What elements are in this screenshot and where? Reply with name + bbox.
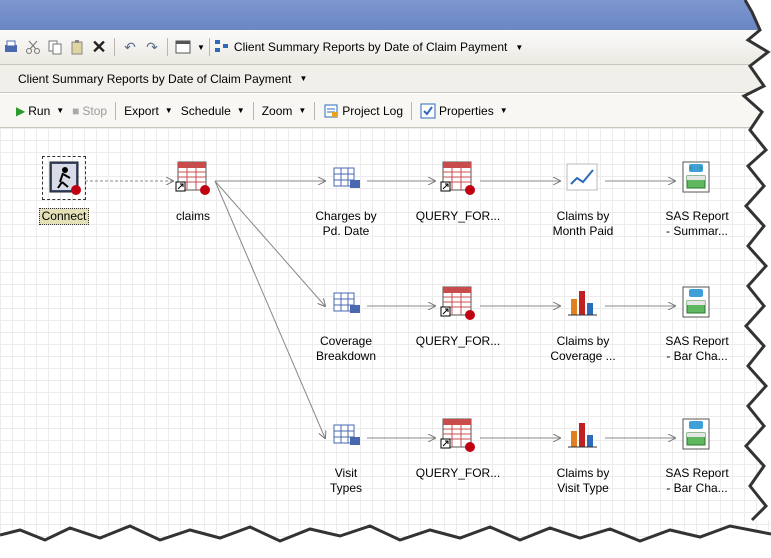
toolbar-separator [114, 38, 115, 56]
node-label: Coverage Breakdown [315, 334, 377, 363]
node-sas-report-1[interactable]: SAS Report - Summar... [642, 160, 752, 239]
chevron-down-icon: ▼ [236, 106, 245, 115]
node-label: QUERY_FOR... [415, 466, 501, 480]
process-flow-tab[interactable]: Client Summary Reports by Date of Claim … [0, 65, 771, 93]
toolbar-separator [208, 38, 210, 56]
stop-icon: ■ [72, 103, 80, 118]
chevron-down-icon[interactable]: ▼ [197, 43, 205, 52]
project-log-label: Project Log [342, 103, 403, 118]
redo-icon[interactable]: ↷ [141, 36, 163, 58]
zoom-button[interactable]: Zoom ▼ [258, 104, 311, 118]
toolbar-separator [167, 38, 168, 56]
node-label: Connect [38, 208, 90, 225]
node-label: claims [175, 209, 210, 223]
node-label: SAS Report - Bar Cha... [665, 466, 729, 495]
chevron-down-icon: ▼ [298, 106, 307, 115]
node-query-result-2[interactable]: QUERY_FOR... [403, 285, 513, 349]
project-log-icon [324, 104, 338, 117]
copy-icon[interactable] [44, 36, 66, 58]
node-coverage-query[interactable]: Coverage Breakdown [291, 285, 401, 364]
node-visit-query[interactable]: Visit Types [291, 417, 401, 496]
bar-chart-icon [565, 417, 601, 453]
node-sas-report-3[interactable]: SAS Report - Bar Cha... [642, 417, 752, 496]
main-toolbar: ✕ ↶ ↷ ▼ Client Summary Reports by Date o… [0, 30, 771, 65]
connection-icon [42, 156, 86, 200]
chevron-down-icon: ▼ [515, 42, 524, 52]
toolbar-separator [115, 101, 117, 120]
process-flow-tab-label: Client Summary Reports by Date of Claim … [18, 71, 292, 86]
node-label: Claims by Visit Type [556, 466, 610, 495]
process-flow-toolbar: ▶ Run ▼ ■ Stop Export ▼ Schedule ▼ Zoom … [0, 94, 771, 128]
node-connect[interactable]: Connect [9, 156, 119, 225]
query-builder-icon [328, 417, 364, 453]
node-label: QUERY_FOR... [415, 209, 501, 223]
node-query-result-3[interactable]: QUERY_FOR... [403, 417, 513, 481]
data-table-icon [440, 160, 476, 196]
node-claims-coverage-chart[interactable]: Claims by Coverage ... [528, 285, 638, 364]
stop-label: Stop [82, 103, 108, 118]
project-log-button[interactable]: Project Log [319, 103, 407, 119]
sas-report-icon [679, 417, 715, 453]
window-title-bar [0, 0, 771, 30]
delete-icon[interactable]: ✕ [88, 36, 110, 58]
node-label: Visit Types [329, 466, 362, 495]
process-flow-canvas[interactable]: Connect claims Charges by Pd. Date QUERY… [0, 128, 771, 558]
node-label: Claims by Month Paid [552, 209, 614, 238]
cut-icon[interactable] [22, 36, 44, 58]
toolbar-separator [411, 101, 412, 120]
play-icon: ▶ [16, 103, 26, 118]
node-label: Claims by Coverage ... [550, 334, 616, 363]
bar-chart-icon [565, 285, 601, 321]
workflow-selector-label: Client Summary Reports by Date of Claim … [233, 40, 508, 54]
properties-label: Properties [439, 103, 494, 118]
sas-report-icon [679, 160, 715, 196]
workflow-selector[interactable]: Client Summary Reports by Date of Claim … [214, 39, 523, 55]
zoom-label: Zoom [261, 103, 293, 118]
toolbar-separator [314, 101, 316, 120]
run-button[interactable]: ▶ Run ▼ [12, 104, 68, 118]
process-flow-icon [214, 39, 232, 55]
node-label: Charges by Pd. Date [315, 209, 377, 238]
stop-button[interactable]: ■ Stop [68, 104, 111, 118]
properties-button[interactable]: Properties ▼ [416, 103, 512, 119]
data-table-icon [175, 160, 211, 196]
node-claims-month-chart[interactable]: Claims by Month Paid [528, 160, 638, 239]
chevron-down-icon: ▼ [56, 106, 65, 115]
export-label: Export [124, 103, 159, 118]
export-button[interactable]: Export ▼ [120, 104, 177, 118]
print-icon[interactable] [0, 36, 22, 58]
node-claims-table[interactable]: claims [138, 160, 248, 224]
node-claims-visit-chart[interactable]: Claims by Visit Type [528, 417, 638, 496]
node-query-result-1[interactable]: QUERY_FOR... [403, 160, 513, 224]
toolbar-separator [252, 101, 254, 120]
node-label: SAS Report - Summar... [665, 209, 729, 238]
properties-icon [420, 103, 436, 118]
chevron-down-icon: ▼ [499, 106, 508, 115]
sas-report-icon [679, 285, 715, 321]
query-builder-icon [328, 160, 364, 196]
data-table-icon [440, 285, 476, 321]
node-sas-report-2[interactable]: SAS Report - Bar Cha... [642, 285, 752, 364]
node-label: QUERY_FOR... [415, 334, 501, 348]
schedule-button[interactable]: Schedule ▼ [177, 104, 249, 118]
node-label: SAS Report - Bar Cha... [665, 334, 729, 363]
chevron-down-icon: ▼ [299, 74, 308, 83]
query-builder-icon [328, 285, 364, 321]
undo-icon[interactable]: ↶ [119, 36, 141, 58]
schedule-label: Schedule [180, 103, 231, 118]
node-charges-query[interactable]: Charges by Pd. Date [291, 160, 401, 239]
window-layout-icon[interactable] [172, 36, 194, 58]
data-table-icon [440, 417, 476, 453]
chevron-down-icon: ▼ [164, 106, 173, 115]
line-chart-icon [565, 160, 601, 196]
run-label: Run [28, 103, 51, 118]
paste-icon[interactable] [66, 36, 88, 58]
